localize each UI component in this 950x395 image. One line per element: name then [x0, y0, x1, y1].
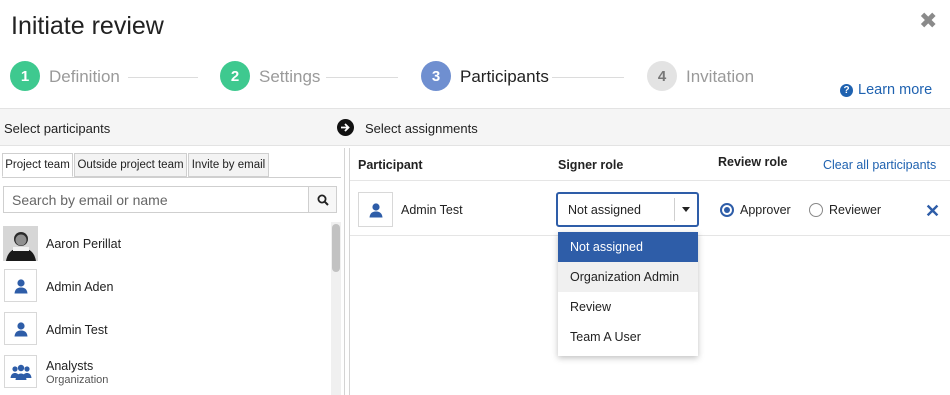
group-icon	[4, 355, 37, 388]
tab-outside-project-team[interactable]: Outside project team	[74, 153, 187, 177]
step-connector	[128, 77, 198, 78]
reviewer-label: Reviewer	[829, 203, 882, 217]
participant-name[interactable]: Admin Aden	[46, 280, 113, 294]
search-icon	[317, 194, 329, 206]
tab-invite-by-email[interactable]: Invite by email	[188, 153, 269, 177]
column-signer-role: Signer role	[558, 158, 624, 172]
step-3-number: 3	[421, 61, 451, 91]
step-1-number: 1	[10, 61, 40, 91]
user-icon	[358, 192, 393, 227]
column-participant: Participant	[358, 158, 423, 172]
signer-role-dropdown: Not assigned Organization Admin Review T…	[558, 232, 698, 356]
option-organization-admin[interactable]: Organization Admin	[558, 262, 698, 292]
step-1-label[interactable]: Definition	[49, 67, 120, 87]
user-icon	[4, 269, 37, 302]
search-input[interactable]	[4, 187, 309, 212]
column-review-role: Review role	[718, 155, 788, 169]
arrow-right-icon	[337, 119, 354, 136]
help-icon: ?	[840, 83, 853, 97]
option-not-assigned[interactable]: Not assigned	[558, 232, 698, 262]
signer-role-value: Not assigned	[568, 203, 641, 217]
step-connector	[552, 77, 624, 78]
search-box	[3, 186, 337, 213]
select-assignments-heading: Select assignments	[365, 121, 478, 136]
step-connector	[326, 77, 398, 78]
participant-name[interactable]: Admin Test	[46, 323, 108, 337]
tab-divider	[2, 177, 341, 178]
participant-name[interactable]: Analysts	[46, 359, 93, 373]
assigned-participant-name: Admin Test	[401, 203, 463, 217]
close-icon[interactable]: ✖	[919, 8, 937, 34]
approver-radio[interactable]	[720, 203, 734, 217]
participant-name[interactable]: Aaron Perillat	[46, 237, 121, 251]
remove-participant-icon[interactable]: ✕	[925, 201, 940, 222]
search-button[interactable]	[308, 187, 336, 212]
select-participants-heading: Select participants	[4, 121, 111, 136]
scrollbar-thumb[interactable]	[332, 224, 340, 272]
step-2-label[interactable]: Settings	[259, 67, 320, 87]
tab-project-team[interactable]: Project team	[2, 153, 73, 177]
step-3-label[interactable]: Participants	[460, 67, 549, 87]
select-divider	[674, 198, 675, 221]
option-review[interactable]: Review	[558, 292, 698, 322]
step-2-number: 2	[220, 61, 250, 91]
signer-role-select[interactable]: Not assigned	[556, 192, 699, 227]
user-icon	[4, 312, 37, 345]
header-divider	[350, 180, 950, 181]
learn-more-label: Learn more	[858, 82, 933, 98]
learn-more-link[interactable]: ? Learn more	[840, 82, 932, 98]
participant-type: Organization	[46, 374, 109, 386]
step-4-label[interactable]: Invitation	[686, 67, 754, 87]
clear-all-participants-link[interactable]: Clear all participants	[823, 158, 936, 172]
chevron-down-icon	[682, 207, 690, 212]
dialog-title: Initiate review	[11, 12, 164, 40]
approver-label: Approver	[740, 203, 791, 217]
option-team-a-user[interactable]: Team A User	[558, 322, 698, 352]
avatar-photo	[3, 226, 38, 261]
step-4-number: 4	[647, 61, 677, 91]
reviewer-radio[interactable]	[809, 203, 823, 217]
